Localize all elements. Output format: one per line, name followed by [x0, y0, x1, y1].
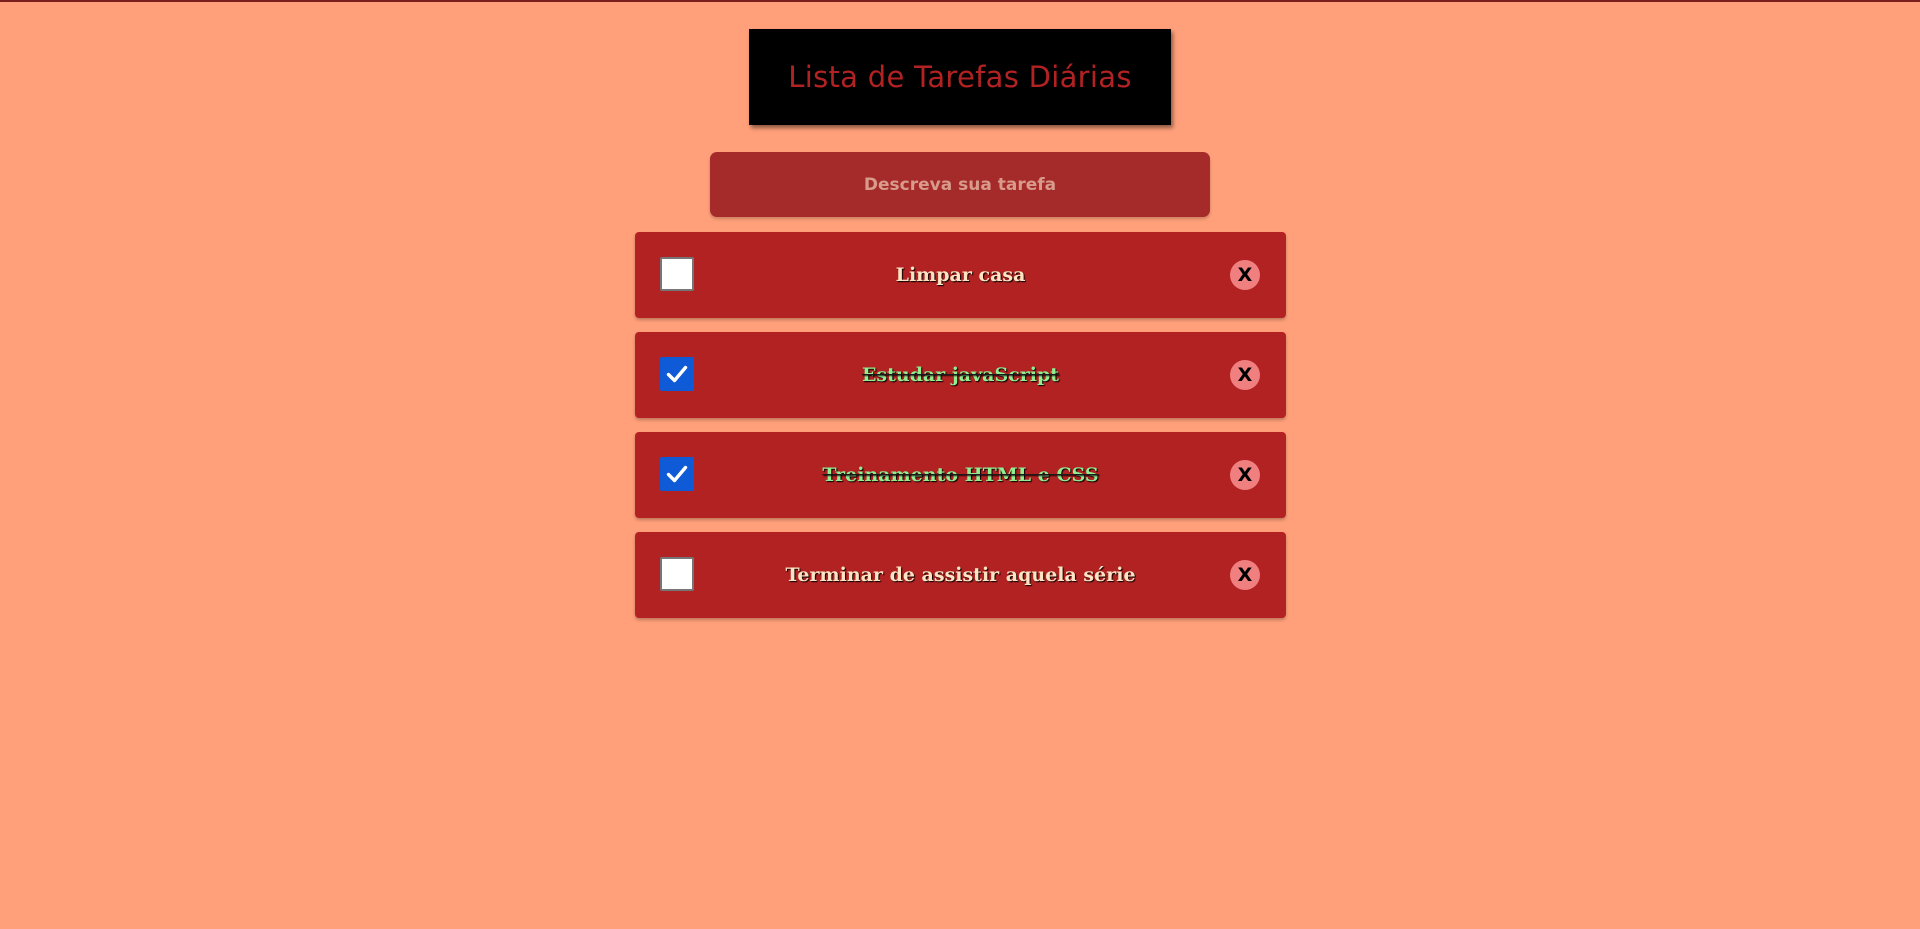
- window-top-border: [0, 0, 1920, 2]
- checkmark-icon: [666, 465, 688, 483]
- delete-task-button[interactable]: X: [1230, 560, 1260, 590]
- task-checkbox[interactable]: [660, 557, 694, 591]
- page-title: Lista de Tarefas Diárias: [788, 60, 1132, 94]
- delete-task-button[interactable]: X: [1230, 260, 1260, 290]
- task-checkbox-checked[interactable]: [660, 457, 694, 491]
- task-text: Limpar casa: [895, 264, 1026, 286]
- task-checkbox[interactable]: [660, 257, 694, 291]
- task-item: Limpar casa X: [635, 232, 1286, 318]
- task-text-completed: Treinamento HTML e CSS: [822, 464, 1099, 486]
- delete-task-button[interactable]: X: [1230, 360, 1260, 390]
- page-title-box: Lista de Tarefas Diárias: [749, 29, 1171, 125]
- task-text: Terminar de assistir aquela série: [785, 564, 1136, 586]
- checkmark-icon: [666, 365, 688, 383]
- task-list: Limpar casa X Estudar javaScript X Trein…: [635, 232, 1286, 632]
- task-item: Treinamento HTML e CSS X: [635, 432, 1286, 518]
- task-description-input[interactable]: [710, 152, 1210, 217]
- task-item: Terminar de assistir aquela série X: [635, 532, 1286, 618]
- task-text-completed: Estudar javaScript: [861, 364, 1060, 386]
- task-checkbox-checked[interactable]: [660, 357, 694, 391]
- task-item: Estudar javaScript X: [635, 332, 1286, 418]
- delete-task-button[interactable]: X: [1230, 460, 1260, 490]
